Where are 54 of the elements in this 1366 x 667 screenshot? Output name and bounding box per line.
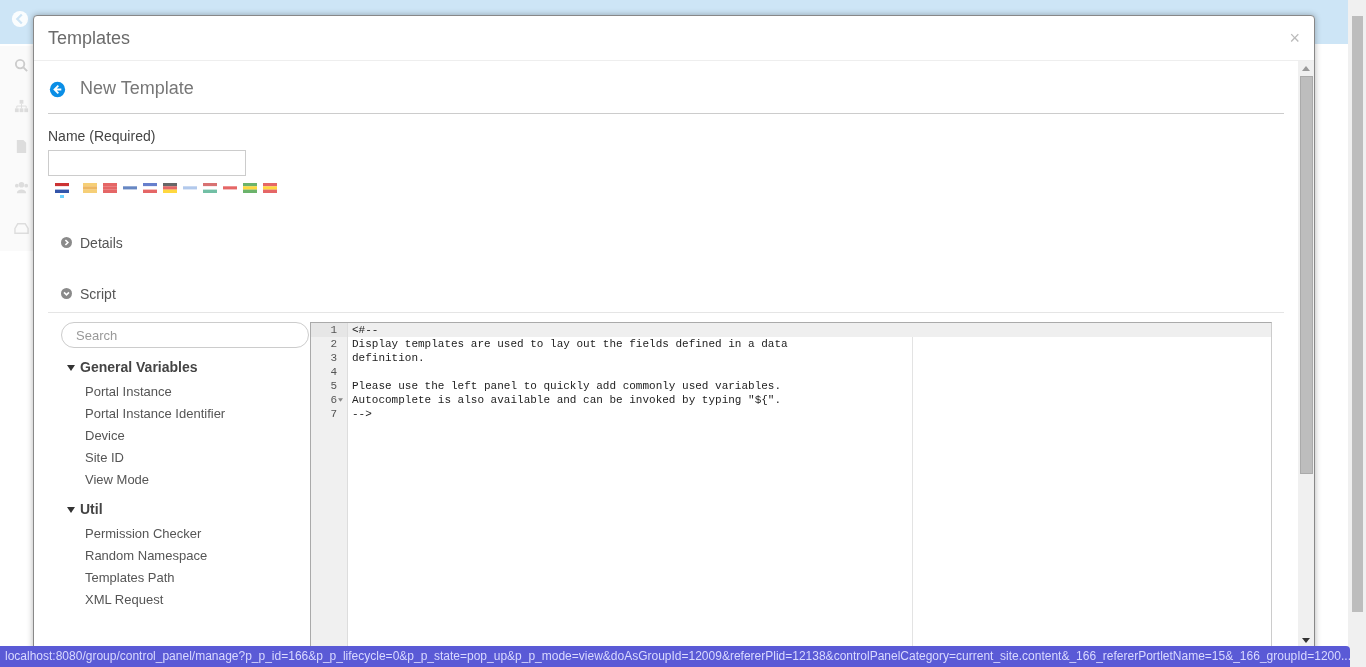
line-number: 4 xyxy=(330,365,337,379)
back-icon[interactable] xyxy=(11,10,29,28)
tree-item[interactable]: Portal Instance Identifier xyxy=(85,402,226,424)
search-field[interactable]: Search xyxy=(61,322,309,348)
name-field[interactable] xyxy=(48,150,246,176)
users-icon[interactable] xyxy=(14,180,29,195)
code-line: --> xyxy=(352,408,372,420)
code-line: <#-- xyxy=(352,324,379,336)
flag-icon[interactable] xyxy=(223,183,237,193)
caret-down-icon xyxy=(67,364,75,372)
tree-item[interactable]: Permission Checker xyxy=(85,522,202,544)
scroll-down-icon[interactable] xyxy=(1302,638,1310,643)
tree-item[interactable]: Portal Instance xyxy=(85,380,172,402)
section-toggle[interactable]: Script xyxy=(61,285,116,302)
search-icon[interactable] xyxy=(14,58,29,73)
flag-icon[interactable] xyxy=(163,183,177,193)
line-number: 1 xyxy=(330,323,337,337)
line-number: 7 xyxy=(330,407,337,421)
selected-marker xyxy=(60,195,64,198)
tree-group[interactable]: Util xyxy=(67,501,103,517)
code-line: definition. xyxy=(352,352,425,364)
flag-icon[interactable] xyxy=(123,183,137,193)
tree-item[interactable]: Site ID xyxy=(85,446,124,468)
chevron-right-icon xyxy=(61,237,72,248)
url-tooltip: localhost:8080/group/control_panel/manage?p_p_id=166&p_p_lifecycle=0&p_p_state=pop_up&p_p_mode=view&doAsGroupId=12009&refererPlid=12138&controlPanelCategory=current_site.content&_166_refererPortletName=15&_166_groupId=1200... xyxy=(0,646,1350,667)
flag-icon[interactable] xyxy=(203,183,217,193)
fold-icon[interactable] xyxy=(338,398,343,402)
flag-icon[interactable] xyxy=(55,183,69,193)
code-line: Please use the left panel to quickly add commonly used variables. xyxy=(352,380,782,392)
chevron-down-icon xyxy=(61,288,72,299)
line-number: 2 xyxy=(330,337,337,351)
scrollbar[interactable] xyxy=(1348,0,1366,667)
tree-item[interactable]: Templates Path xyxy=(85,566,175,588)
tree-item[interactable]: Random Namespace xyxy=(85,544,208,566)
dialog-title: Templates xyxy=(48,27,131,49)
code-line: Display templates are used to lay out the fields defined in a data xyxy=(352,338,788,350)
scrollbar[interactable] xyxy=(1298,61,1314,647)
document-icon[interactable] xyxy=(14,139,29,154)
sitemap-icon[interactable] xyxy=(14,99,29,114)
page-heading: New Template xyxy=(80,77,194,99)
flag-icon[interactable] xyxy=(143,183,157,193)
section-toggle[interactable]: Details xyxy=(61,234,123,251)
field-label: Name (Required) xyxy=(48,128,157,144)
code-line: Autocomplete is also available and can be invoked by typing "${". xyxy=(352,394,782,406)
line-number: 5 xyxy=(330,379,337,393)
tree-item[interactable]: XML Request xyxy=(85,588,164,610)
line-number: 3 xyxy=(330,351,337,365)
inbox-icon[interactable] xyxy=(14,221,29,236)
tree-item[interactable]: View Mode xyxy=(85,468,150,490)
line-number: 6 xyxy=(330,393,337,407)
tree-item[interactable]: Device xyxy=(85,424,125,446)
tree-group[interactable]: General Variables xyxy=(67,359,198,375)
scroll-up-icon[interactable] xyxy=(1302,66,1310,71)
caret-down-icon xyxy=(67,506,75,514)
